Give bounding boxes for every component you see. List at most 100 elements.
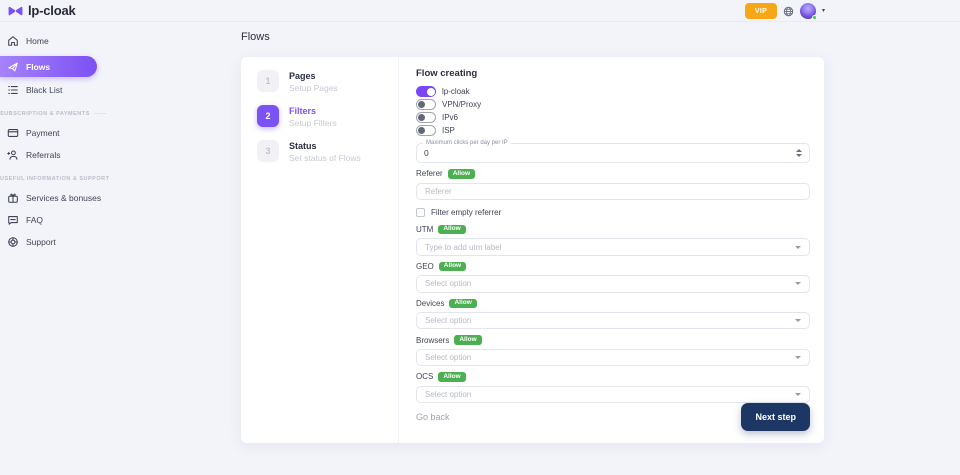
form-title: Flow creating [416, 68, 810, 79]
sidebar-section-support: USEFUL INFORMATION & SUPPORT [0, 176, 200, 182]
toggle-row-lp-cloak[interactable]: lp-cloak [416, 86, 810, 97]
step-number: 1 [257, 70, 279, 92]
user-menu-caret-icon[interactable]: ▾ [822, 8, 825, 14]
vip-button[interactable]: VIP [745, 3, 777, 19]
checkbox-label: Filter empty referrer [431, 208, 501, 217]
sidebar-item-referrals[interactable]: Referrals [7, 148, 200, 162]
geo-allow-badge[interactable]: Allow [439, 262, 466, 272]
filter-empty-referrer-row[interactable]: Filter empty referrer [416, 208, 810, 217]
step-pages[interactable]: 1 Pages Setup Pages [257, 70, 398, 93]
referer-label: Referer [416, 169, 443, 178]
form-footer: Go back Next step [416, 403, 810, 431]
top-header: lp-cloak VIP ▾ [0, 0, 960, 22]
filter-empty-referrer-checkbox[interactable] [416, 208, 425, 217]
utm-label: UTM [416, 225, 433, 234]
browsers-select[interactable]: Select option [416, 349, 810, 366]
step-status[interactable]: 3 Status Set status of Flows [257, 140, 398, 163]
geo-label: GEO [416, 262, 434, 271]
utm-allow-badge[interactable]: Allow [438, 225, 465, 235]
select-placeholder: Select option [425, 316, 471, 325]
toggle-label: ISP [442, 126, 455, 135]
ipv6-toggle[interactable] [416, 112, 436, 123]
referer-input[interactable] [416, 183, 810, 200]
step-filters[interactable]: 2 Filters Setup Filters [257, 105, 398, 128]
select-placeholder: Select option [425, 279, 471, 288]
chevron-down-icon [795, 282, 801, 285]
sidebar-item-label: Black List [26, 85, 62, 95]
spinner-up-icon[interactable] [796, 149, 802, 152]
brand-logo[interactable]: lp-cloak [8, 3, 76, 18]
geo-select[interactable]: Select option [416, 275, 810, 292]
brand-name: lp-cloak [28, 3, 76, 18]
sidebar-section-subscription: SUBSCRIPTION & PAYMENTS–––––– [0, 111, 200, 117]
chevron-down-icon [795, 319, 801, 322]
devices-label: Devices [416, 299, 444, 308]
lp-cloak-toggle[interactable] [416, 86, 436, 97]
section-divider: –––––– [94, 111, 106, 117]
browsers-label: Browsers [416, 336, 449, 345]
max-clicks-label: Maximum clicks per day per IP [423, 140, 511, 146]
vpn-proxy-toggle[interactable] [416, 99, 436, 110]
sidebar: Home Flows Black List SUBSCRIPTION & PAY… [0, 22, 200, 257]
sidebar-item-label: Home [26, 36, 49, 46]
toggle-label: lp-cloak [442, 87, 470, 96]
devices-select[interactable]: Select option [416, 312, 810, 329]
ocs-allow-badge[interactable]: Allow [438, 372, 465, 382]
toggle-row-vpn-proxy[interactable]: VPN/Proxy [416, 99, 810, 110]
sidebar-item-label: FAQ [26, 215, 43, 225]
user-avatar[interactable] [800, 3, 816, 19]
select-placeholder: Type to add utm label [425, 243, 502, 252]
toggle-row-isp[interactable]: ISP [416, 125, 810, 136]
ocs-select[interactable]: Select option [416, 386, 810, 403]
devices-allow-badge[interactable]: Allow [449, 299, 476, 309]
step-number: 2 [257, 105, 279, 127]
sidebar-item-faq[interactable]: FAQ [7, 213, 200, 227]
step-title: Pages [289, 71, 338, 81]
step-subtitle: Setup Filters [289, 118, 337, 128]
sidebar-item-payment[interactable]: Payment [7, 126, 200, 140]
spinner-down-icon[interactable] [796, 154, 802, 157]
sidebar-item-label: Flows [26, 62, 50, 72]
step-subtitle: Set status of Flows [289, 153, 361, 163]
toggle-row-ipv6[interactable]: IPv6 [416, 112, 810, 123]
number-spinner[interactable] [796, 149, 802, 157]
chevron-down-icon [795, 393, 801, 396]
go-back-button[interactable]: Go back [416, 412, 450, 422]
sidebar-item-services[interactable]: Services & bonuses [7, 191, 200, 205]
lp-cloak-logo-icon [8, 5, 23, 17]
sidebar-item-support[interactable]: Support [7, 235, 200, 249]
select-placeholder: Select option [425, 390, 471, 399]
main-content: Flows 1 Pages Setup Pages 2 Filters Setu… [241, 22, 270, 43]
home-icon [7, 35, 19, 47]
sidebar-item-flows[interactable]: Flows [0, 56, 97, 77]
page-title: Flows [241, 31, 270, 43]
stepper: 1 Pages Setup Pages 2 Filters Setup Filt… [241, 57, 399, 443]
browsers-allow-badge[interactable]: Allow [454, 335, 481, 345]
toggle-label: VPN/Proxy [442, 100, 481, 109]
sidebar-item-label: Support [26, 237, 56, 247]
ocs-label: OCS [416, 372, 433, 381]
utm-select[interactable]: Type to add utm label [416, 238, 810, 255]
flows-icon [7, 61, 19, 73]
next-step-button[interactable]: Next step [741, 403, 810, 431]
sidebar-item-black-list[interactable]: Black List [7, 83, 200, 97]
filters-form: Flow creating lp-cloak VPN/Proxy IPv6 IS… [399, 57, 824, 443]
select-placeholder: Select option [425, 353, 471, 362]
toggle-label: IPv6 [442, 113, 458, 122]
gift-icon [7, 192, 19, 204]
max-clicks-field[interactable]: Maximum clicks per day per IP [416, 143, 810, 163]
sidebar-item-home[interactable]: Home [7, 34, 200, 48]
chevron-down-icon [795, 356, 801, 359]
referer-allow-badge[interactable]: Allow [448, 169, 475, 179]
flow-creating-card: 1 Pages Setup Pages 2 Filters Setup Filt… [241, 57, 824, 443]
sidebar-item-label: Referrals [26, 150, 60, 160]
lifebuoy-icon [7, 236, 19, 248]
credit-card-icon [7, 127, 19, 139]
language-globe-icon[interactable] [783, 6, 794, 17]
person-add-icon [7, 149, 19, 161]
step-number: 3 [257, 140, 279, 162]
step-title: Filters [289, 106, 337, 116]
max-clicks-input[interactable] [424, 148, 624, 158]
sidebar-item-label: Payment [26, 128, 60, 138]
isp-toggle[interactable] [416, 125, 436, 136]
